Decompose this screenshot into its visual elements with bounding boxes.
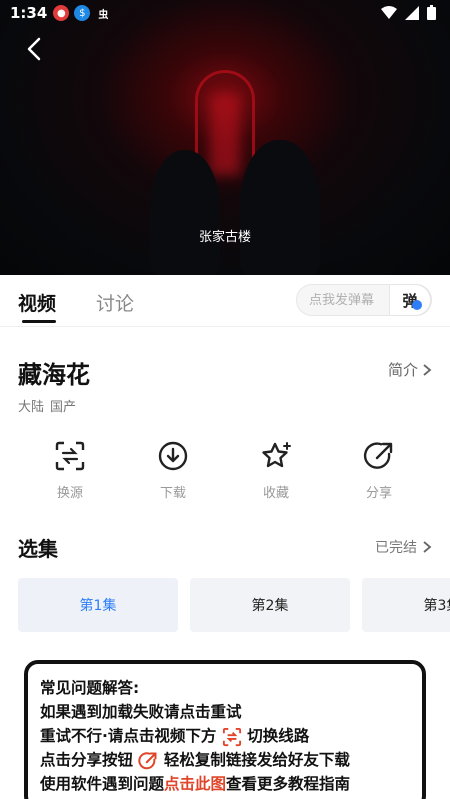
switch-source-icon bbox=[222, 727, 241, 746]
app-icon: $ bbox=[74, 5, 91, 21]
switch-source-button[interactable]: 换源 bbox=[30, 440, 110, 501]
download-button[interactable]: 下载 bbox=[133, 440, 213, 501]
faq-line: 使用软件遇到问题点击此图查看更多教程指南 bbox=[40, 772, 410, 796]
episodes-status: 已完结 bbox=[375, 540, 417, 556]
back-arrow-icon[interactable] bbox=[22, 36, 48, 62]
share-icon bbox=[363, 442, 393, 469]
download-icon bbox=[158, 441, 188, 471]
episode-item[interactable]: 第2集 bbox=[190, 578, 350, 632]
battery-icon bbox=[427, 5, 436, 20]
status-time: 1:34 bbox=[10, 4, 48, 22]
faq-text: 切换线路 bbox=[247, 727, 310, 745]
faq-line: 重试不行·请点击视频下方 切换线路 bbox=[40, 724, 410, 748]
video-scene-arch bbox=[195, 70, 255, 160]
faq-text: 查看更多教程指南 bbox=[226, 775, 351, 793]
danmu-toggle-button[interactable]: 弹 bbox=[389, 284, 431, 316]
wifi-icon bbox=[381, 5, 397, 19]
action-row: 换源 下载 收藏 分享 bbox=[0, 440, 450, 505]
episodes-header: 选集 bbox=[18, 537, 58, 561]
faq-title: 常见问题解答: bbox=[40, 679, 140, 697]
signal-icon bbox=[405, 5, 419, 20]
show-region: 大陆 bbox=[18, 400, 45, 415]
share-icon bbox=[138, 751, 157, 769]
danmu-input[interactable] bbox=[297, 292, 389, 308]
intro-label: 简介 bbox=[387, 361, 418, 379]
episode-item[interactable]: 第3集 bbox=[362, 578, 450, 632]
detail-tabs: 视频 讨论 弹 bbox=[0, 275, 450, 327]
danmu-bar: 弹 bbox=[296, 284, 432, 316]
faq-text: 使用软件遇到问题 bbox=[40, 775, 165, 793]
faq-line: 如果遇到加载失败请点击重试 bbox=[40, 703, 242, 721]
share-label: 分享 bbox=[365, 486, 392, 501]
tab-active-indicator bbox=[22, 320, 56, 323]
video-scene-figure-left bbox=[150, 150, 220, 275]
faq-line: 点击分享按钮 轻松复制链接发给好友下载 bbox=[40, 748, 410, 772]
status-bar: 1:34 ● $ 虫 bbox=[0, 0, 450, 26]
episode-list[interactable]: 第1集 第2集 第3集 bbox=[0, 578, 450, 632]
video-scene-figure-right bbox=[240, 140, 320, 275]
faq-text: 轻松复制链接发给好友下载 bbox=[163, 751, 350, 769]
check-icon bbox=[412, 300, 422, 310]
chevron-right-icon bbox=[423, 363, 432, 376]
intro-link[interactable]: 简介 bbox=[388, 359, 432, 380]
show-title: 藏海花 bbox=[18, 361, 90, 389]
download-label: 下载 bbox=[159, 486, 186, 501]
switch-source-icon bbox=[55, 441, 85, 471]
faq-banner[interactable]: 常见问题解答: 如果遇到加载失败请点击重试 重试不行·请点击视频下方 切换线路 … bbox=[24, 660, 426, 799]
switch-source-label: 换源 bbox=[56, 486, 83, 501]
faq-highlight-link[interactable]: 点击此图 bbox=[164, 775, 226, 793]
video-caption: 张家古楼 bbox=[198, 230, 251, 245]
episodes-status-link[interactable]: 已完结 bbox=[375, 537, 432, 557]
favorite-button[interactable]: 收藏 bbox=[236, 440, 316, 501]
video-player[interactable]: 1:34 ● $ 虫 张家古楼 bbox=[0, 0, 450, 275]
show-meta: 大陆 国产 bbox=[18, 396, 76, 415]
favorite-label: 收藏 bbox=[262, 486, 289, 501]
bug-icon: 虫 bbox=[98, 9, 109, 21]
show-origin: 国产 bbox=[50, 400, 77, 415]
star-icon bbox=[262, 442, 291, 468]
share-button[interactable]: 分享 bbox=[339, 440, 419, 501]
bank-icon: ● bbox=[53, 5, 70, 21]
tab-video[interactable]: 视频 bbox=[18, 289, 56, 316]
tab-discuss[interactable]: 讨论 bbox=[96, 289, 134, 316]
faq-text: 重试不行·请点击视频下方 bbox=[40, 727, 217, 745]
episode-item[interactable]: 第1集 bbox=[18, 578, 178, 632]
faq-text: 点击分享按钮 bbox=[40, 751, 134, 769]
chevron-right-icon bbox=[423, 541, 432, 553]
